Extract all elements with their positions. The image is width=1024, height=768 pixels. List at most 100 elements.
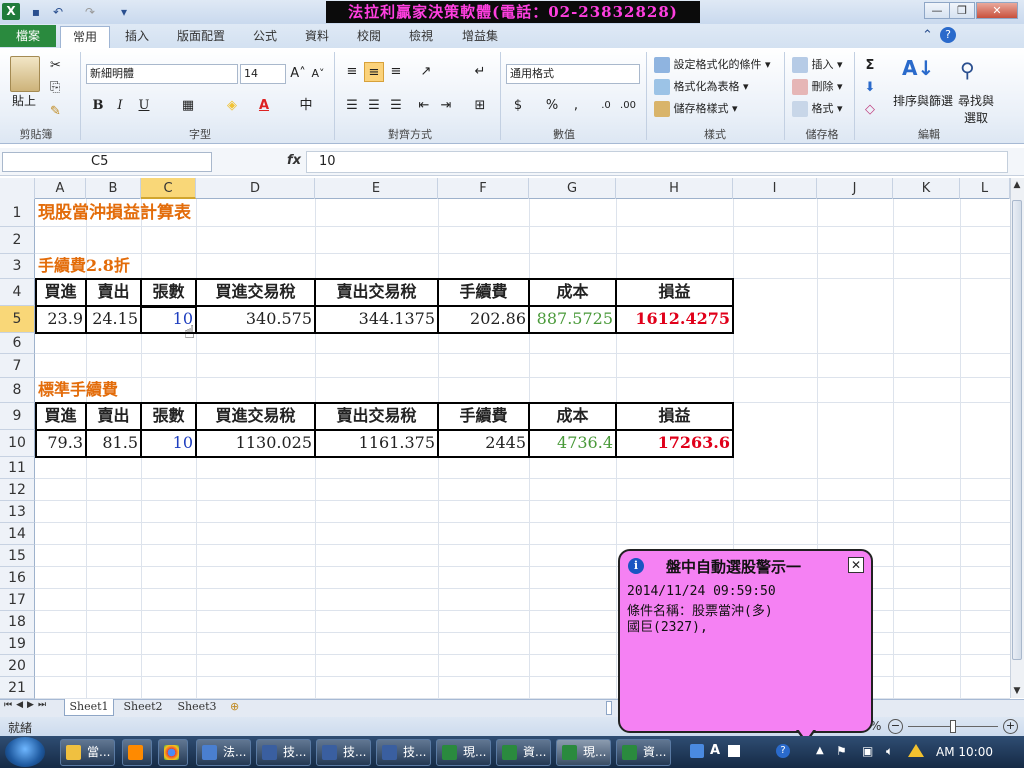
help-icon[interactable]: ?: [940, 27, 956, 43]
wrap-text-icon[interactable]: ↵: [470, 62, 490, 82]
taskbar-clock[interactable]: AM 10:00: [936, 745, 1006, 759]
taskbar-item[interactable]: 法...: [196, 739, 251, 766]
header-cell[interactable]: 買進: [35, 405, 86, 427]
font-size-select[interactable]: 14: [240, 64, 286, 84]
column-header-i[interactable]: I: [733, 178, 817, 199]
shrink-font-button[interactable]: A˅: [308, 64, 328, 84]
name-box[interactable]: C5: [2, 152, 212, 172]
taskbar-item[interactable]: [122, 739, 152, 766]
minimize-button[interactable]: —: [924, 2, 950, 19]
align-left-icon[interactable]: ☰: [342, 96, 362, 116]
row-header-16[interactable]: 16: [0, 567, 35, 589]
orientation-icon[interactable]: ↗: [416, 62, 436, 82]
format-painter-icon[interactable]: ✎: [50, 104, 61, 119]
align-middle-icon[interactable]: ≡: [364, 62, 384, 82]
row-header-10[interactable]: 10: [0, 430, 35, 457]
fill-color-icon[interactable]: ◈: [222, 96, 242, 116]
align-top-icon[interactable]: ≡: [342, 62, 362, 82]
currency-button[interactable]: $: [508, 96, 528, 116]
delete-cells-button[interactable]: 刪除 ▾: [792, 78, 843, 95]
underline-button[interactable]: U: [134, 96, 154, 116]
header-cell[interactable]: 成本: [529, 405, 616, 427]
cell-d5[interactable]: 340.575: [196, 308, 315, 330]
column-header-k[interactable]: K: [893, 178, 960, 199]
row-header-21[interactable]: 21: [0, 677, 35, 699]
cell-c10[interactable]: 10: [141, 432, 196, 454]
cell-a5[interactable]: 23.9: [35, 308, 86, 330]
autosum-button[interactable]: Σ: [860, 56, 880, 76]
help-tray-icon[interactable]: ?: [776, 744, 790, 758]
row-header-17[interactable]: 17: [0, 589, 35, 611]
taskbar-item-active[interactable]: 現...: [556, 739, 611, 766]
cell-b5[interactable]: 24.15: [86, 308, 141, 330]
row-header-1[interactable]: 1: [0, 199, 35, 227]
sort-filter-button[interactable]: 排序與篩選: [893, 92, 953, 109]
row-header-4[interactable]: 4: [0, 279, 35, 306]
insert-function-button[interactable]: fx: [287, 153, 301, 168]
ime-icon[interactable]: A: [710, 743, 720, 758]
select-all-corner[interactable]: [0, 178, 35, 199]
sort-filter-icon[interactable]: A↓: [902, 56, 934, 80]
taskbar-item[interactable]: 技...: [376, 739, 431, 766]
column-header-g[interactable]: G: [529, 178, 616, 199]
close-window-button[interactable]: ✕: [976, 2, 1018, 19]
taskbar-item[interactable]: 技...: [256, 739, 311, 766]
zoom-out-icon[interactable]: −: [888, 719, 903, 734]
row-header-5[interactable]: 5: [0, 306, 35, 333]
align-right-icon[interactable]: ☰: [386, 96, 406, 116]
column-header-e[interactable]: E: [315, 178, 438, 199]
section1-label[interactable]: 手續費2.8折: [38, 255, 130, 277]
scroll-thumb[interactable]: [1012, 200, 1022, 660]
minimize-ribbon-icon[interactable]: ⌃: [922, 28, 933, 43]
cell-e10[interactable]: 1161.375: [315, 432, 438, 454]
row-header-14[interactable]: 14: [0, 523, 35, 545]
header-cell[interactable]: 賣出: [86, 281, 141, 303]
find-select-button[interactable]: 尋找與選取: [956, 92, 996, 126]
undo-icon[interactable]: ↶: [50, 4, 66, 20]
header-cell[interactable]: 買進: [35, 281, 86, 303]
cell-e5[interactable]: 344.1375: [315, 308, 438, 330]
customize-toolbar-icon[interactable]: ▾: [116, 4, 132, 20]
paste-button[interactable]: 貼上: [12, 92, 36, 109]
sheet-nav-arrows-icon[interactable]: ⏮◀▶⏭: [4, 700, 50, 710]
row-header-18[interactable]: 18: [0, 611, 35, 633]
increase-decimal-icon[interactable]: .0: [596, 96, 616, 116]
scroll-up-icon[interactable]: ▲: [1011, 180, 1023, 192]
comma-button[interactable]: ,: [566, 96, 586, 116]
header-cell[interactable]: 買進交易稅: [196, 281, 315, 303]
header-cell[interactable]: 賣出: [86, 405, 141, 427]
cell-styles-button[interactable]: 儲存格樣式 ▾: [654, 100, 738, 117]
row-header-2[interactable]: 2: [0, 227, 35, 254]
header-cell[interactable]: 損益: [616, 281, 733, 303]
start-button[interactable]: [5, 737, 45, 767]
drive-icon[interactable]: [908, 744, 924, 757]
insert-sheet-icon[interactable]: ⊕: [230, 700, 246, 714]
taskbar-item[interactable]: [158, 739, 188, 766]
column-header-h[interactable]: H: [616, 178, 733, 199]
font-name-select[interactable]: 新細明體: [86, 64, 238, 84]
cell-f5[interactable]: 202.86: [438, 308, 529, 330]
italic-button[interactable]: I: [110, 96, 130, 116]
column-header-b[interactable]: B: [86, 178, 141, 199]
cell-d10[interactable]: 1130.025: [196, 432, 315, 454]
zoom-in-icon[interactable]: +: [1003, 719, 1018, 734]
format-as-table-button[interactable]: 格式化為表格 ▾: [654, 78, 749, 95]
fill-icon[interactable]: ⬇: [860, 78, 880, 98]
decrease-decimal-icon[interactable]: .00: [618, 96, 638, 116]
align-bottom-icon[interactable]: ≡: [386, 62, 406, 82]
header-cell[interactable]: 買進交易稅: [196, 405, 315, 427]
taskbar-item[interactable]: 資...: [616, 739, 671, 766]
insert-cells-button[interactable]: 插入 ▾: [792, 56, 843, 73]
grow-font-button[interactable]: A˄: [288, 64, 308, 84]
paste-icon[interactable]: [10, 56, 40, 92]
column-header-c[interactable]: C: [141, 178, 196, 199]
header-cell[interactable]: 張數: [141, 405, 196, 427]
increase-indent-icon[interactable]: ⇥: [436, 96, 456, 116]
conditional-format-button[interactable]: 設定格式化的條件 ▾: [654, 56, 771, 73]
restore-button[interactable]: ❐: [949, 2, 975, 19]
align-center-icon[interactable]: ☰: [364, 96, 384, 116]
header-cell[interactable]: 張數: [141, 281, 196, 303]
header-cell[interactable]: 賣出交易稅: [315, 405, 438, 427]
row-header-20[interactable]: 20: [0, 655, 35, 677]
action-center-flag-icon[interactable]: ⚑: [836, 744, 847, 758]
